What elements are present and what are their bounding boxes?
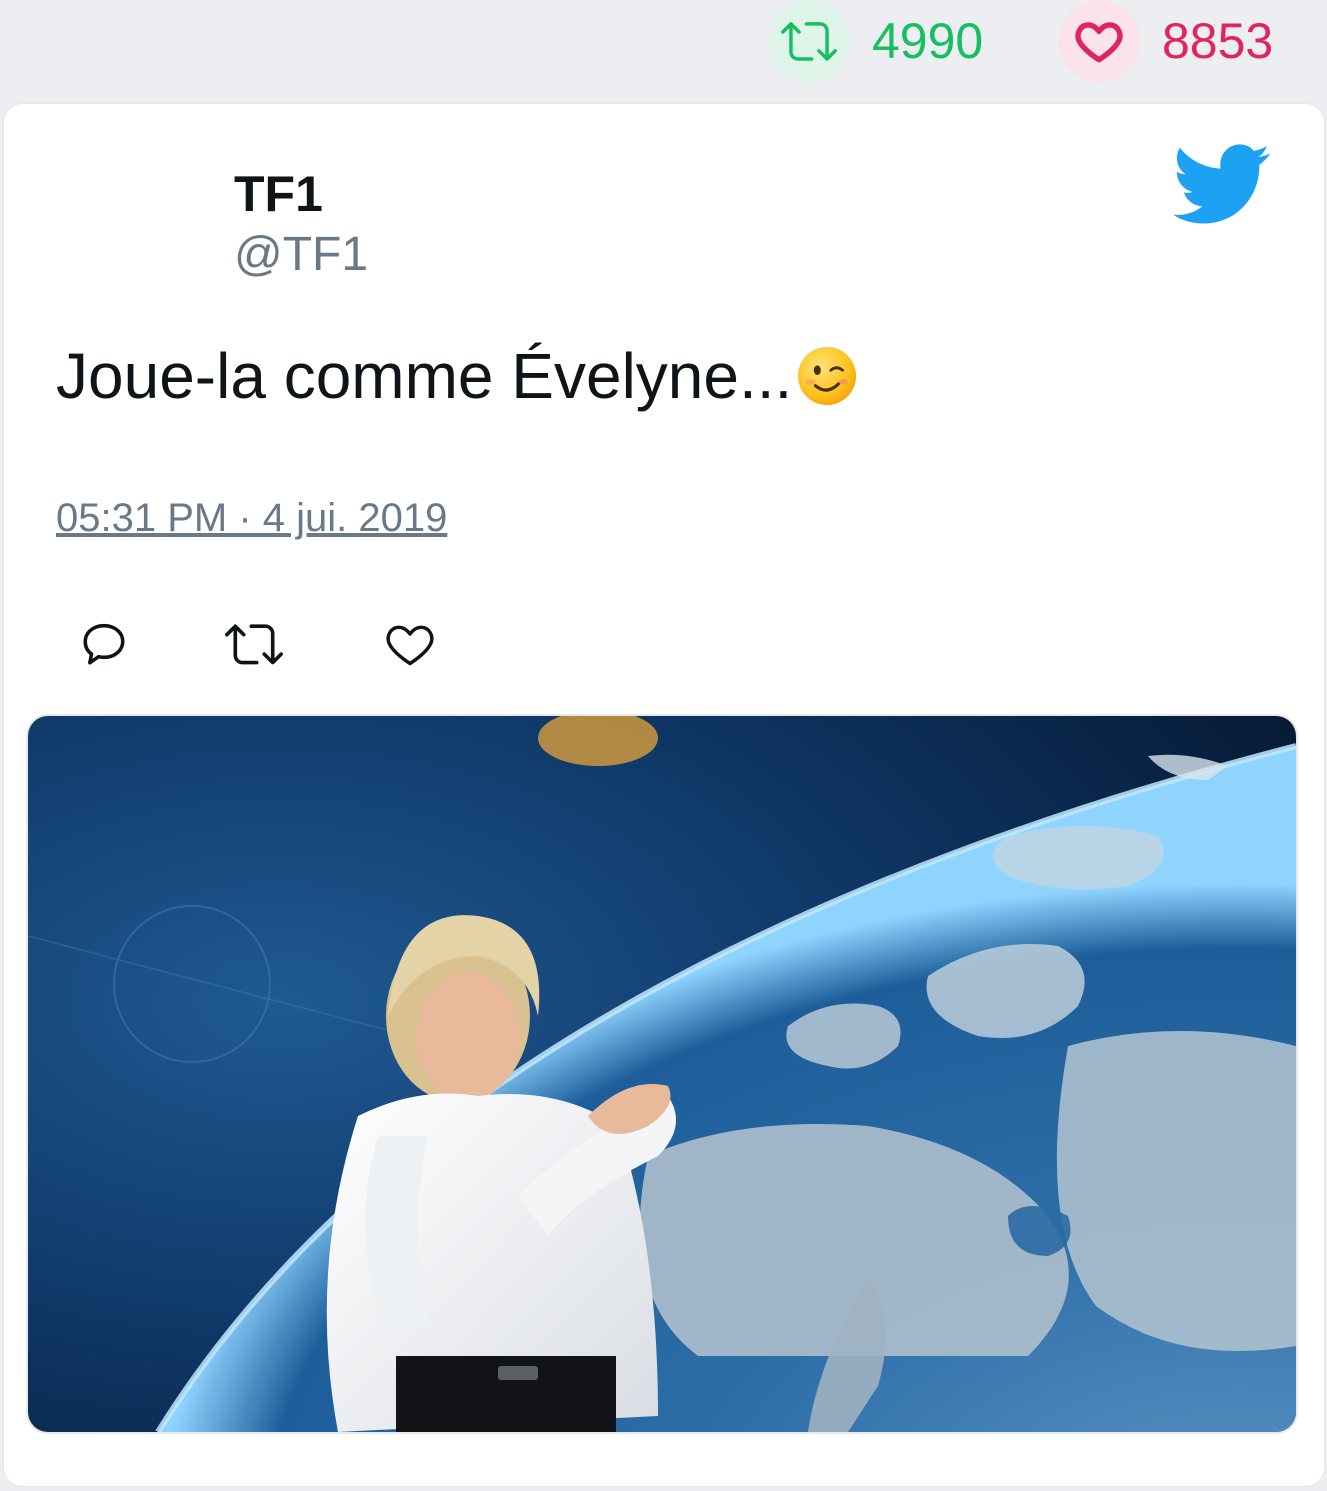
retweet-button[interactable] [214,604,294,684]
tweet-text: Joue-la comme Évelyne... [56,336,858,416]
like-count-stat[interactable]: 8853 [1058,0,1273,82]
engagement-stats-bar: 4990 8853 [0,0,1327,100]
winking-face-emoji-icon [796,345,858,407]
twitter-bird-icon[interactable] [1172,144,1272,226]
like-button[interactable] [370,604,450,684]
retweet-count-stat[interactable]: 4990 [768,0,983,82]
tweet-text-content: Joue-la comme Évelyne... [56,340,793,412]
like-count: 8853 [1162,13,1274,69]
reply-icon [83,623,125,665]
like-icon [386,625,434,666]
author-handle[interactable]: @TF1 [234,226,368,284]
tweet-timestamp-link[interactable]: 05:31 PM · 4 jui. 2019 [56,492,447,544]
heart-icon [1058,0,1140,82]
retweet-icon [768,0,850,82]
reply-button[interactable] [64,604,144,684]
tweet-media-gif[interactable] [28,716,1296,1432]
tweet-card: TF1 @TF1 Joue-la comme Évelyne... 05:31 … [4,104,1324,1486]
author-name[interactable]: TF1 [234,164,323,224]
retweet-count: 4990 [872,13,984,69]
retweet-icon [225,624,283,665]
